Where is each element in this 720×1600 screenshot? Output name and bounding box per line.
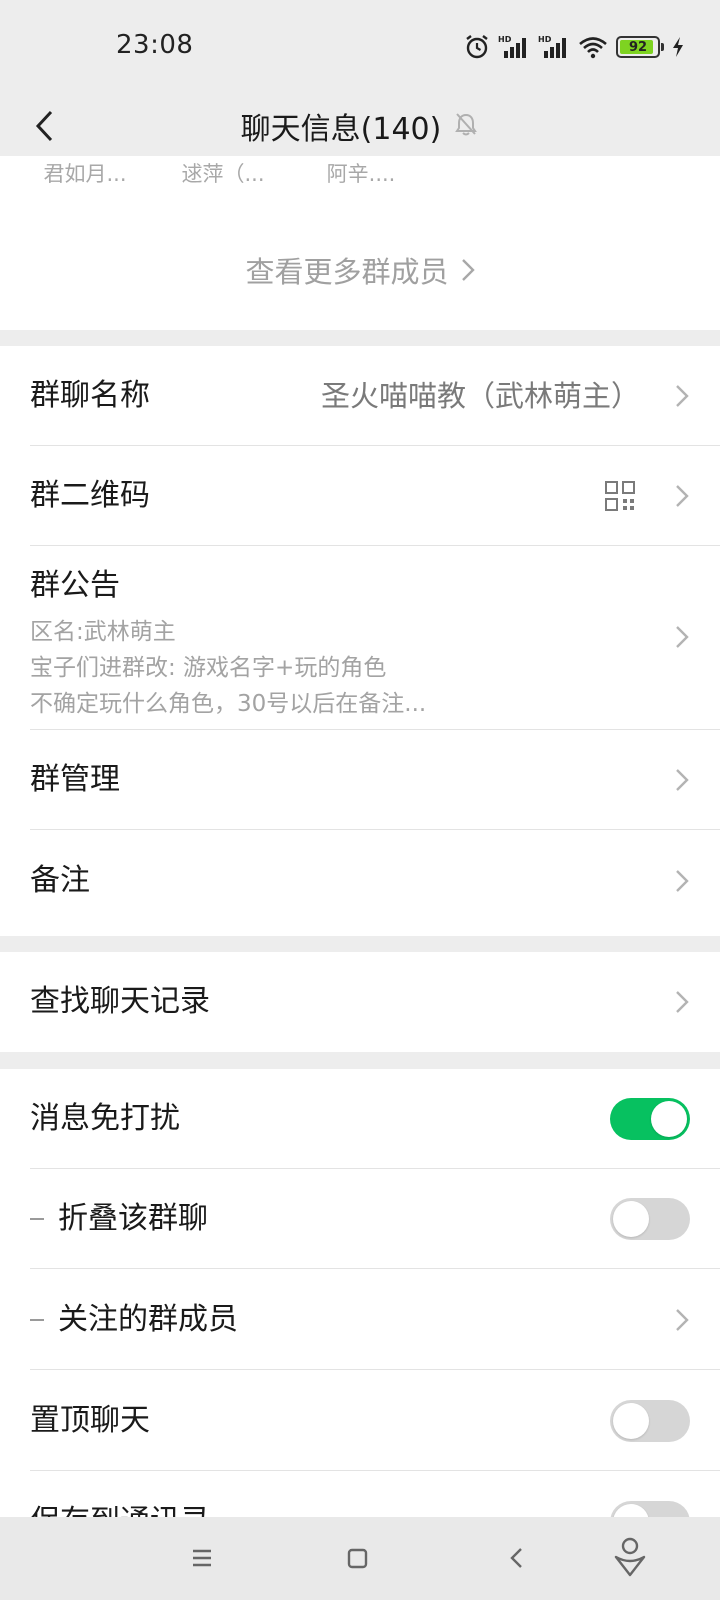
search-section: 查找聊天记录	[0, 952, 720, 1052]
remark-row[interactable]: 备注	[0, 831, 720, 931]
menu-icon[interactable]	[190, 1541, 214, 1579]
member-name[interactable]: 逑萍（...	[168, 158, 278, 188]
chevron-right-icon	[676, 769, 689, 791]
followed-members-row[interactable]: 关注的群成员	[0, 1270, 720, 1370]
dnd-row: 消息免打扰	[0, 1069, 720, 1169]
view-more-members-label: 查看更多群成员	[245, 255, 449, 289]
divider	[30, 1268, 720, 1269]
divider	[30, 1470, 720, 1471]
battery-tip	[661, 43, 664, 51]
remark-label: 备注	[30, 863, 90, 898]
members-section: 君如月... 逑萍（... 阿辛.... 查看更多群成员	[0, 156, 720, 330]
fold-label: 折叠该群聊	[58, 1201, 208, 1236]
announcement-line: 不确定玩什么角色，30号以后在备注...	[30, 691, 427, 717]
svg-text:HD: HD	[538, 35, 552, 44]
group-name-row[interactable]: 群聊名称 圣火喵喵教（武林萌主）	[0, 346, 720, 446]
signal-hd-1-icon: HD	[498, 34, 530, 60]
pin-toggle[interactable]	[610, 1400, 690, 1442]
status-icons: HD HD 92	[464, 32, 684, 62]
indent-dash	[30, 1319, 44, 1321]
group-name-value: 圣火喵喵教（武林萌主）	[320, 379, 640, 413]
signal-hd-2-icon: HD	[538, 34, 570, 60]
announcement-line: 宝子们进群改: 游戏名字+玩的角色	[30, 655, 387, 681]
system-nav-bar	[0, 1517, 720, 1600]
page-title: 聊天信息(140)	[240, 112, 442, 147]
chevron-right-icon	[676, 1309, 689, 1331]
back-triangle-icon[interactable]	[505, 1541, 529, 1579]
nav-title-wrap: 聊天信息(140)	[0, 96, 720, 156]
battery-icon: 92	[616, 36, 664, 58]
bell-muted-icon	[453, 111, 479, 141]
chevron-right-icon	[461, 259, 475, 281]
pin-label: 置顶聊天	[30, 1403, 150, 1438]
indent-dash	[30, 1218, 44, 1220]
toggle-knob	[613, 1201, 649, 1237]
chevron-right-icon	[676, 870, 689, 892]
toggle-knob	[613, 1403, 649, 1439]
divider	[30, 1369, 720, 1370]
settings-section: 消息免打扰 折叠该群聊 关注的群成员 置顶聊天 保存到通讯录	[0, 1069, 720, 1543]
chevron-right-icon	[676, 485, 689, 507]
group-qr-label: 群二维码	[30, 478, 150, 513]
home-square-icon[interactable]	[345, 1541, 371, 1579]
member-name[interactable]: 君如月...	[30, 158, 140, 188]
announcement-label: 群公告	[30, 568, 120, 603]
chevron-right-icon	[676, 385, 689, 407]
fold-row: 折叠该群聊	[0, 1169, 720, 1269]
status-time: 23:08	[116, 30, 194, 60]
search-history-row[interactable]: 查找聊天记录	[0, 952, 720, 1052]
divider	[30, 829, 720, 830]
announcement-line: 区名:武林萌主	[30, 619, 176, 645]
dnd-label: 消息免打扰	[30, 1101, 180, 1136]
group-info-section: 群聊名称 圣火喵喵教（武林萌主） 群二维码 群公告 区名:武林萌主 宝子们进群改…	[0, 346, 720, 936]
assistant-icon[interactable]	[612, 1535, 648, 1583]
alarm-icon	[464, 34, 490, 60]
pin-row: 置顶聊天	[0, 1371, 720, 1471]
search-history-label: 查找聊天记录	[30, 984, 210, 1019]
dnd-toggle[interactable]	[610, 1098, 690, 1140]
svg-text:HD: HD	[498, 35, 512, 44]
battery-level: 92	[628, 39, 648, 55]
charging-icon	[672, 36, 684, 58]
group-manage-label: 群管理	[30, 762, 120, 797]
nav-bar: 聊天信息(140)	[0, 96, 720, 156]
group-name-label: 群聊名称	[30, 378, 150, 413]
chevron-right-icon	[676, 626, 689, 648]
fold-toggle[interactable]	[610, 1198, 690, 1240]
announcement-content: 区名:武林萌主 宝子们进群改: 游戏名字+玩的角色 不确定玩什么角色，30号以后…	[30, 614, 426, 722]
qr-code-icon	[605, 481, 635, 511]
followed-members-label: 关注的群成员	[58, 1302, 238, 1337]
member-name[interactable]: 阿辛....	[306, 158, 416, 188]
wifi-icon	[578, 35, 608, 59]
toggle-knob	[651, 1101, 687, 1137]
group-qr-row[interactable]: 群二维码	[0, 446, 720, 546]
group-announcement-row[interactable]: 群公告 区名:武林萌主 宝子们进群改: 游戏名字+玩的角色 不确定玩什么角色，3…	[0, 544, 720, 730]
battery-body: 92	[616, 36, 660, 58]
chevron-right-icon	[676, 991, 689, 1013]
group-manage-row[interactable]: 群管理	[0, 730, 720, 830]
chat-info-screen: 23:08 HD HD 92 聊天信息(140) 君如月... 逑萍（... 阿…	[0, 0, 720, 1600]
view-more-members-button[interactable]: 查看更多群成员	[0, 248, 720, 292]
status-bar: 23:08 HD HD 92	[0, 0, 720, 96]
